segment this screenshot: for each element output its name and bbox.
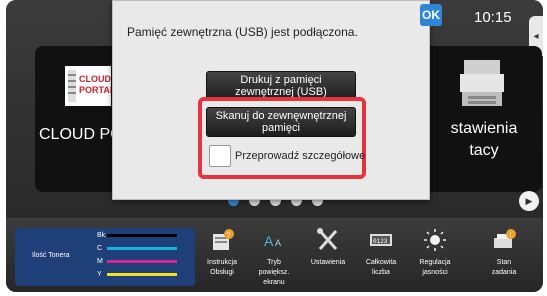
zoom-label-1: Tryb xyxy=(267,259,281,266)
toner-label-y: Y xyxy=(97,270,102,278)
details-label: Przeprowadź szczegółowe xyxy=(235,150,366,162)
total-count-label-2: liczba xyxy=(372,269,390,276)
manual-button[interactable]: ? Instrukcja Obsługi xyxy=(198,228,246,278)
toner-title: Ilość Tonera xyxy=(32,252,70,259)
svg-text:?: ? xyxy=(227,232,231,239)
job-status-printer-icon: ! xyxy=(494,229,516,248)
toner-level-panel[interactable]: Ilość Tonera Bk C M Y xyxy=(15,228,195,286)
clock: 10:15 xyxy=(474,9,512,26)
wrench-screwdriver-icon xyxy=(317,228,338,250)
print-button-line1: Drukuj z pamięci xyxy=(240,74,322,86)
tray-settings-label: stawienia tacy xyxy=(434,118,534,162)
toner-bar-y xyxy=(107,272,177,276)
details-option[interactable]: Przeprowadź szczegółowe xyxy=(209,145,365,167)
tray-settings-label-line1: stawienia xyxy=(450,120,518,137)
zoom-mode-button[interactable]: A A Tryb powiększ. ekranu xyxy=(250,228,298,288)
total-count-button[interactable]: 0123 Całkowita liczba xyxy=(357,228,405,278)
zoom-label-2: powiększ. xyxy=(258,269,290,276)
dialog-message: Pamięć zewnętrzna (USB) jest podłączona. xyxy=(127,25,358,39)
job-status-button[interactable]: ! Stan zadania xyxy=(480,228,528,278)
total-count-label-1: Całkowita xyxy=(365,259,397,266)
manual-label-1: Instrukcja xyxy=(207,259,237,266)
svg-text:A: A xyxy=(275,238,281,248)
cloud-portal-logo-icon: CLOUD PORTAL xyxy=(65,66,111,106)
svg-text:!: ! xyxy=(510,232,512,239)
counter-icon: 0123 xyxy=(370,234,392,246)
printer-icon xyxy=(460,60,504,106)
svg-text:A: A xyxy=(264,233,274,249)
svg-text:PORTAL: PORTAL xyxy=(79,85,111,95)
text-zoom-icon: A A xyxy=(264,233,281,249)
brightness-button[interactable]: Regulacja jasności xyxy=(411,228,459,278)
toner-bar-bk xyxy=(107,233,177,237)
toner-label-m: M xyxy=(97,257,103,265)
brightness-label-1: Regulacja xyxy=(419,259,451,266)
manual-book-icon: ? xyxy=(213,229,234,250)
brightness-sun-icon xyxy=(424,229,446,251)
settings-label-1: Ustawienia xyxy=(310,259,346,266)
manual-label-2: Obsługi xyxy=(210,269,234,276)
svg-text:0123: 0123 xyxy=(373,238,388,245)
toner-row-y: Y xyxy=(97,269,177,279)
ok-button[interactable]: OK xyxy=(420,4,442,26)
job-status-label-2: zadania xyxy=(491,269,517,276)
tray-settings-tile[interactable]: stawienia tacy xyxy=(422,46,542,192)
job-status-label-1: Stan xyxy=(496,259,512,266)
usb-connected-dialog: Pamięć zewnętrzna (USB) jest podłączona.… xyxy=(112,0,430,200)
brightness-label-2: jasności xyxy=(422,269,448,276)
zoom-label-3: ekranu xyxy=(263,279,285,286)
toner-row-c: C xyxy=(97,243,177,253)
svg-text:CLOUD: CLOUD xyxy=(79,74,111,84)
settings-button[interactable]: Ustawienia xyxy=(304,228,352,268)
toner-bar-c xyxy=(107,246,177,250)
toner-label-c: C xyxy=(97,244,103,252)
tray-settings-label-line2: tacy xyxy=(469,142,499,159)
next-page-button[interactable]: ▶ xyxy=(519,191,539,211)
toner-bar-m xyxy=(107,259,177,263)
toner-row-m: M xyxy=(97,256,177,266)
touch-panel-screen: 10:15 ◂ CLOUD PORTAL CLOUD POR stawienia… xyxy=(6,0,543,292)
toner-label-bk: Bk xyxy=(97,231,106,239)
toner-row-bk: Bk xyxy=(97,230,177,240)
bottom-bar: Ilość Tonera Bk C M Y ? Instrukcja Obsłu… xyxy=(6,218,543,292)
details-checkbox[interactable] xyxy=(209,145,231,167)
